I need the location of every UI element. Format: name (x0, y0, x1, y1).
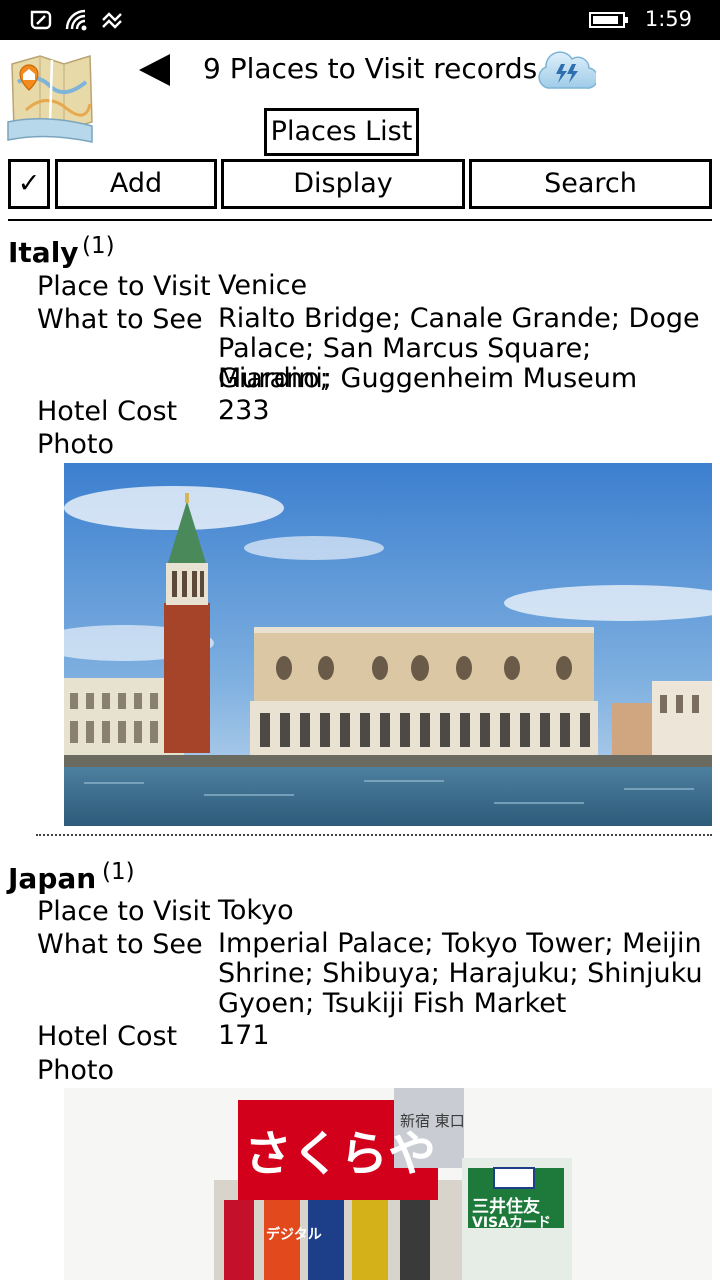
display-button[interactable]: Display (221, 159, 465, 209)
record-count: (1) (82, 233, 115, 259)
back-arrow-icon[interactable] (136, 52, 174, 88)
photo-label: Photo (37, 429, 115, 460)
what-to-see-line: Gyoen; Tsukiji Fish Market (218, 988, 567, 1019)
what-to-see-line: Giardini; Guggenheim Museum (218, 363, 638, 394)
what-to-see-line: Rialto Bridge; Canale Grande; Doge (218, 303, 700, 334)
place-label: Place to Visit (37, 271, 211, 302)
search-button[interactable]: Search (469, 159, 712, 209)
what-to-see-label: What to See (37, 304, 203, 335)
place-value: Tokyo (218, 895, 294, 926)
photo-label: Photo (37, 1055, 115, 1086)
photo-sign-text: VISAカード (472, 1215, 551, 1231)
country-heading: Japan (8, 862, 97, 895)
battery-icon (589, 12, 628, 28)
cloud-sync-icon[interactable] (534, 48, 596, 94)
nfc-icon (30, 10, 52, 30)
wifi-icon (65, 9, 87, 31)
hotel-cost-value: 171 (218, 1020, 270, 1051)
hotel-cost-value: 233 (218, 395, 270, 426)
records-title: 9 Places to Visit records (203, 52, 538, 85)
tokyo-photo[interactable]: さくらや 新宿 東口 三井住友 VISAカード デジタル (64, 1088, 712, 1280)
photo-sign-text: 新宿 東口 (400, 1112, 465, 1130)
country-heading: Italy (8, 236, 79, 269)
record-count: (1) (102, 859, 135, 885)
photo-sign-text: デジタル (266, 1227, 322, 1243)
what-to-see-line: Imperial Palace; Tokyo Tower; Meijin (218, 928, 702, 959)
place-value: Venice (218, 270, 308, 301)
select-all-checkbox[interactable]: ✓ (8, 159, 50, 209)
record-separator (36, 834, 712, 836)
venice-photo[interactable] (64, 463, 712, 826)
clock-time: 1:59 (644, 7, 692, 31)
what-to-see-line: Shrine; Shibuya; Harajuku; Shinjuku (218, 958, 703, 989)
map-logo-icon[interactable] (6, 52, 96, 144)
header-divider (8, 219, 712, 221)
hotel-cost-label: Hotel Cost (37, 396, 178, 427)
places-list-title: Places List (264, 108, 419, 156)
vibrate-icon (102, 12, 122, 29)
add-button[interactable]: Add (55, 159, 217, 209)
status-bar: 1:59 (0, 0, 720, 40)
what-to-see-label: What to See (37, 929, 203, 960)
place-label: Place to Visit (37, 896, 211, 927)
hotel-cost-label: Hotel Cost (37, 1021, 178, 1052)
